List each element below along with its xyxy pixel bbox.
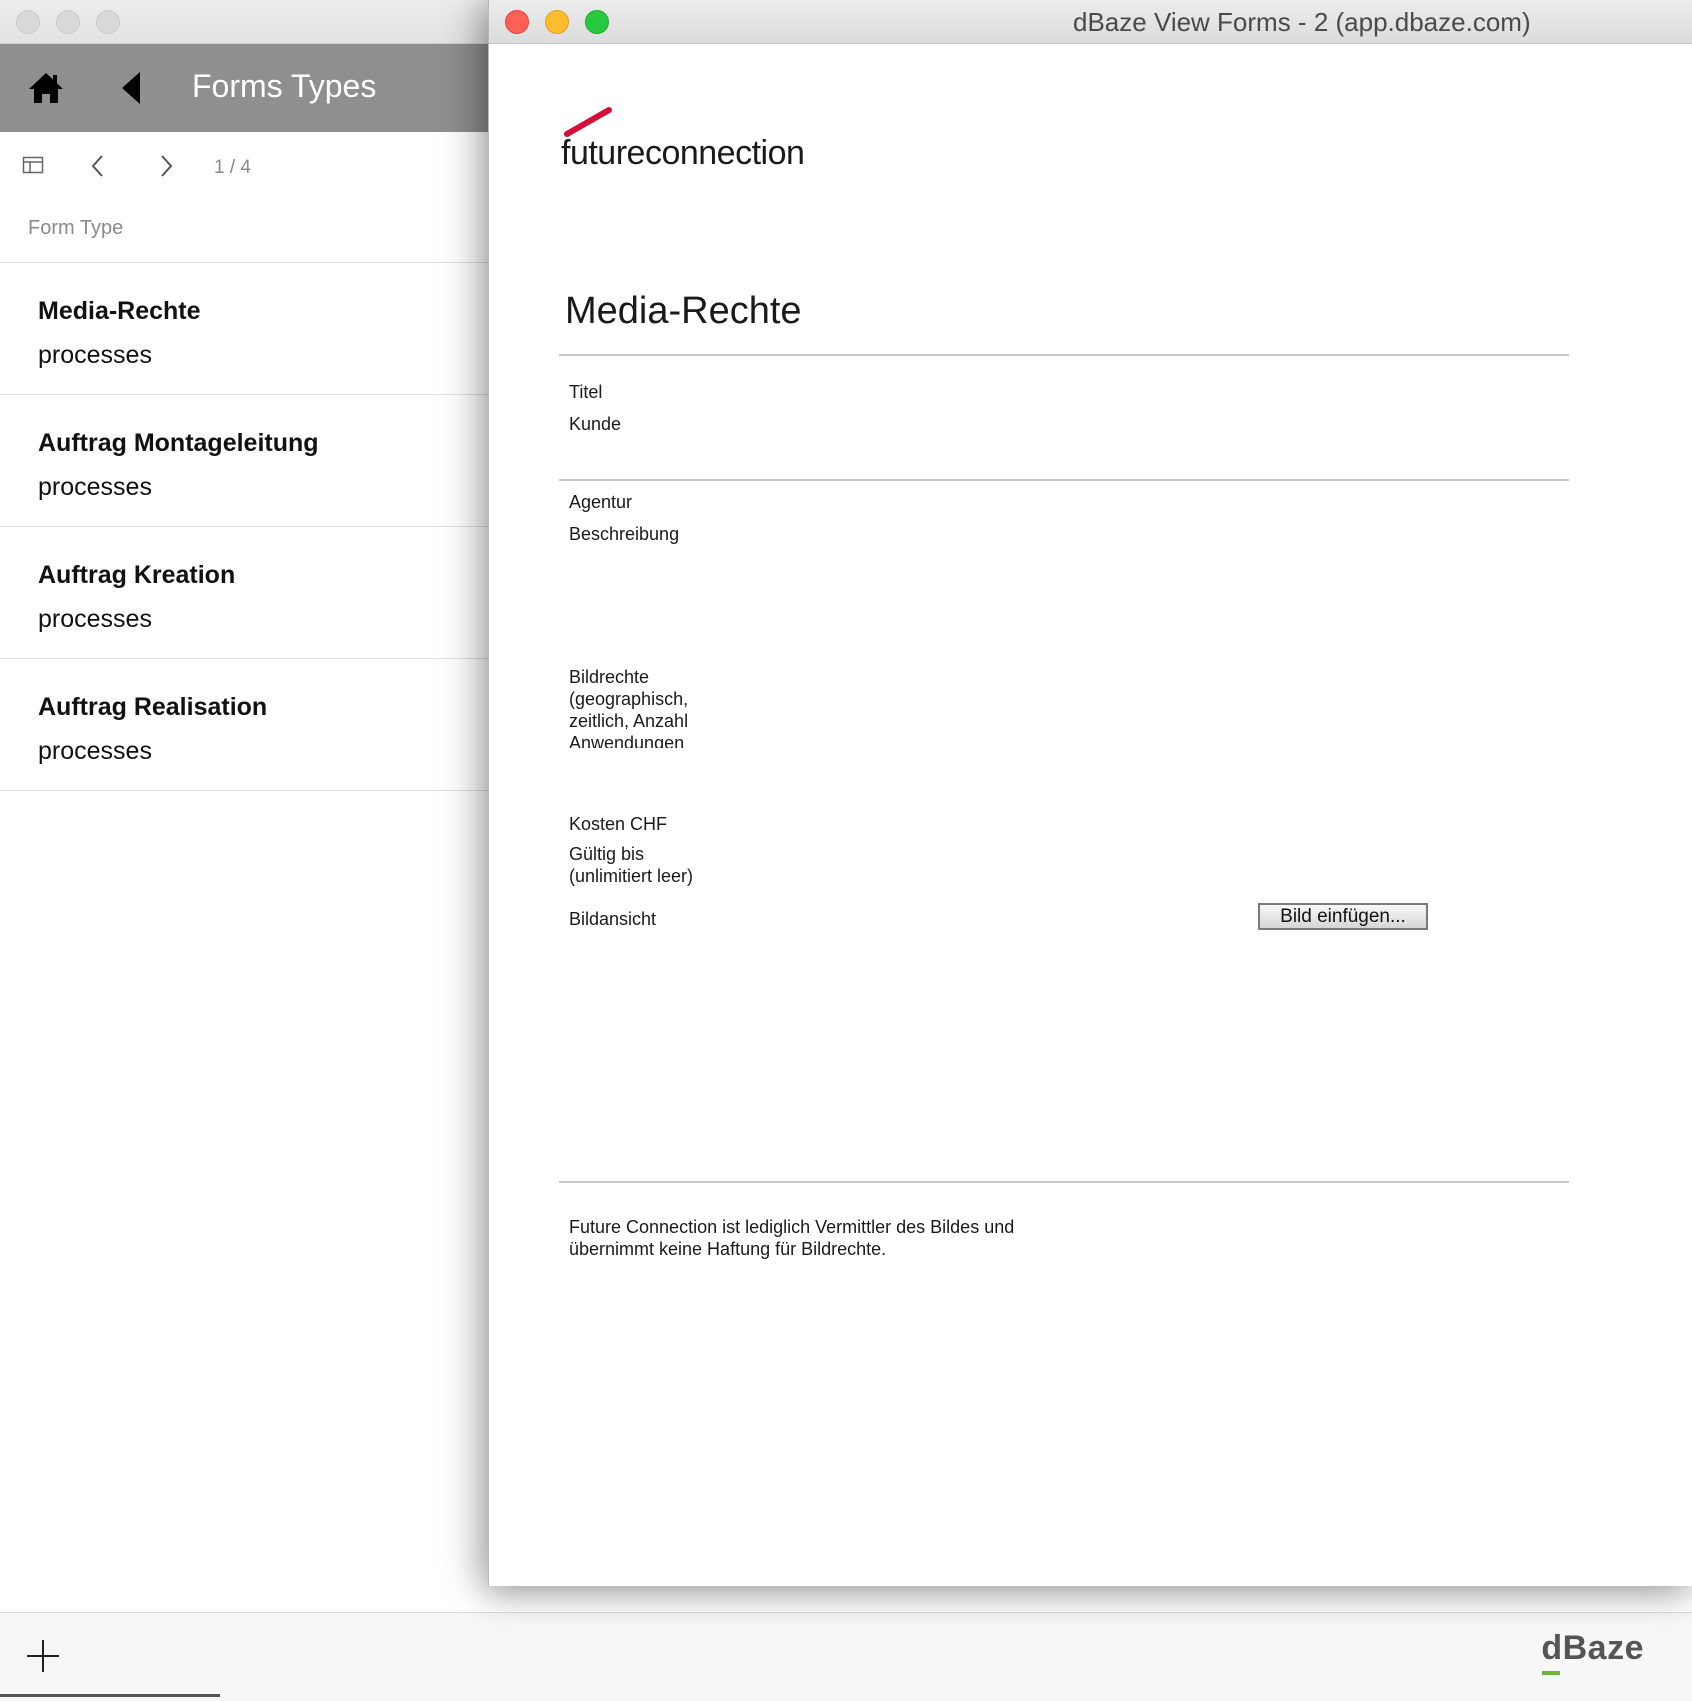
field-label-bildansicht: Bildansicht [569, 909, 657, 929]
divider [559, 1181, 1569, 1183]
list-item[interactable]: Auftrag Kreation processes [0, 527, 488, 659]
form-title: Media-Rechte [565, 290, 802, 332]
chevron-left-icon [91, 155, 103, 177]
field-label-gueltig: Gültig bis (unlimitiert leer) [569, 843, 693, 887]
disclaimer-line: Future Connection ist lediglich Vermittl… [569, 1217, 1015, 1237]
previous-record-button[interactable] [90, 154, 106, 183]
next-record-button[interactable] [158, 154, 174, 183]
home-button[interactable] [26, 68, 66, 108]
label-line: (geographisch, [569, 689, 689, 709]
divider [559, 479, 1569, 481]
insert-image-button[interactable]: Bild einfügen... [1258, 903, 1428, 930]
list-item[interactable]: Auftrag Realisation processes [0, 659, 488, 791]
list-item-title: Auftrag Realisation [38, 693, 268, 721]
field-label-titel: Titel [569, 382, 603, 402]
list-item-title: Auftrag Kreation [38, 561, 236, 589]
list-item-title: Auftrag Montageleitung [38, 429, 319, 457]
futureconnection-logo-mark [564, 107, 612, 137]
close-window-button[interactable] [505, 10, 529, 34]
disclaimer-text: Future Connection ist lediglich Vermittl… [569, 1216, 1089, 1260]
add-record-button[interactable] [26, 1639, 60, 1673]
scroll-indicator [0, 1694, 220, 1697]
list-item-subtitle: processes [38, 341, 152, 369]
label-line: Bildrechte [569, 667, 650, 687]
list-item-subtitle: processes [38, 737, 152, 765]
minimize-window-button[interactable] [545, 10, 569, 34]
field-label-agentur: Agentur [569, 492, 633, 512]
chevron-right-icon [161, 155, 173, 177]
label-line: Gültig bis [569, 844, 645, 864]
window-title: dBaze View Forms - 2 (app.dbaze.com) [1073, 7, 1531, 37]
table-view-button[interactable] [22, 154, 44, 181]
inactive-zoom-button[interactable] [96, 10, 120, 34]
plus-icon [27, 1640, 59, 1672]
list-item[interactable]: Auftrag Montageleitung processes [0, 395, 488, 527]
list-item-subtitle: processes [38, 473, 152, 501]
column-header: Form Type [28, 217, 124, 239]
home-icon [29, 73, 63, 103]
label-line: Anwendungen [569, 733, 685, 748]
window-titlebar: dBaze View Forms - 2 (app.dbaze.com) [489, 0, 1692, 44]
back-triangle-icon [122, 72, 140, 104]
zoom-window-button[interactable] [585, 10, 609, 34]
field-label-kosten: Kosten CHF [569, 814, 668, 834]
back-button[interactable] [118, 70, 148, 106]
field-label-kunde: Kunde [569, 414, 622, 434]
label-line: zeitlich, Anzahl [569, 711, 689, 731]
header-title: Forms Types [192, 68, 377, 104]
field-label-bildrechte: Bildrechte (geographisch, zeitlich, Anza… [569, 666, 789, 748]
list-item-subtitle: processes [38, 605, 152, 633]
table-view-icon [22, 156, 44, 174]
brand-accent-bar [1542, 1671, 1560, 1675]
disclaimer-line: übernimmt keine Haftung für Bildrechte. [569, 1239, 887, 1259]
list-item[interactable]: Media-Rechte processes [0, 263, 488, 395]
inactive-close-button[interactable] [16, 10, 40, 34]
company-logo-text: futureconnection [561, 134, 805, 172]
divider [559, 354, 1569, 356]
field-label-beschreibung: Beschreibung [569, 524, 680, 544]
app-header: Forms Types [0, 44, 488, 132]
list-item-title: Media-Rechte [38, 297, 201, 325]
record-counter: 1 / 4 [214, 157, 251, 178]
brand-logo: dBaze [1541, 1629, 1644, 1667]
pager-toolbar: 1 / 4 [0, 132, 488, 202]
inactive-minimize-button[interactable] [56, 10, 80, 34]
label-line: (unlimitiert leer) [569, 866, 694, 886]
form-view-window: dBaze View Forms - 2 (app.dbaze.com) fut… [488, 0, 1692, 1586]
bottom-toolbar: dBaze [0, 1612, 1692, 1701]
